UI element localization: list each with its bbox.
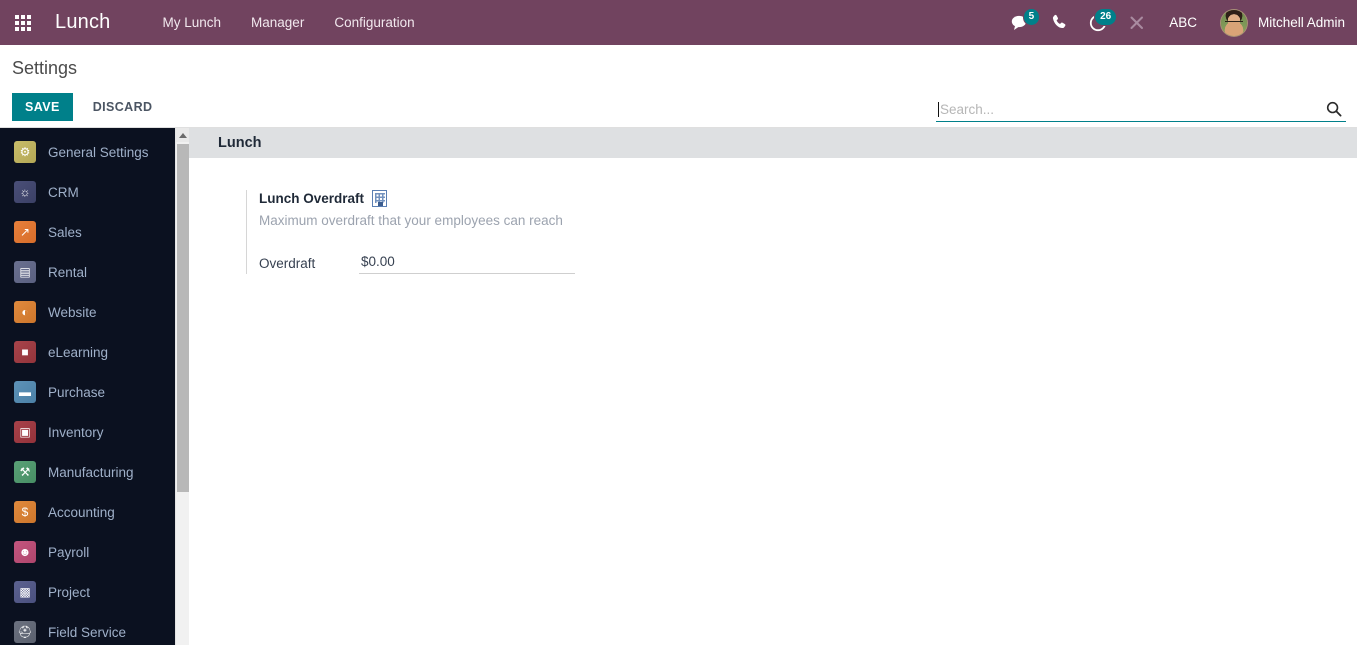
settings-app-header: Lunch [189, 128, 1357, 158]
sidebar-item-general-settings[interactable]: ⚙ General Settings [0, 132, 175, 172]
sidebar-item-payroll[interactable]: ☻ Payroll [0, 532, 175, 572]
discard-button[interactable]: DISCARD [83, 93, 163, 121]
sidebar-item-label: Project [48, 584, 91, 600]
save-button[interactable]: SAVE [12, 93, 73, 121]
sidebar-item-rental[interactable]: ▤ Rental [0, 252, 175, 292]
overdraft-field-row: Overdraft [259, 252, 586, 275]
username-label: Mitchell Admin [1257, 15, 1345, 30]
sidebar-item-elearning[interactable]: ■ eLearning [0, 332, 175, 372]
menu-item-configuration[interactable]: Configuration [319, 3, 429, 42]
activities-menu[interactable]: 26 [1078, 0, 1118, 45]
setting-description: Maximum overdraft that your employees ca… [259, 213, 563, 228]
box-icon: ▣ [14, 421, 36, 443]
avatar [1219, 8, 1248, 37]
sidebar-scroll-thumb[interactable] [177, 144, 189, 492]
search-button[interactable] [1324, 101, 1344, 117]
sidebar-item-label: Rental [48, 264, 88, 280]
main-menu: My Lunch Manager Configuration [148, 3, 430, 42]
sidebar-item-manufacturing[interactable]: ⚒ Manufacturing [0, 452, 175, 492]
debug-menu[interactable] [1118, 0, 1156, 45]
systray: 5 26 ABC Mitchell Admin [1000, 0, 1345, 45]
overdraft-input[interactable] [359, 252, 575, 275]
control-panel-buttons: SAVE DISCARD [12, 93, 162, 121]
sidebar-scrollbar[interactable] [175, 128, 189, 645]
sidebar-item-inventory[interactable]: ▣ Inventory [0, 412, 175, 452]
control-panel: Settings SAVE DISCARD [0, 45, 1357, 128]
chart-up-icon: ↗ [14, 221, 36, 243]
overdraft-label: Overdraft [259, 255, 316, 271]
top-navbar: Lunch My Lunch Manager Configuration 5 2… [0, 0, 1357, 45]
sidebar-item-label: Field Service [48, 624, 127, 640]
menu-item-manager[interactable]: Manager [236, 3, 319, 42]
sidebar-item-field-service[interactable]: ⛑ Field Service [0, 612, 175, 645]
sidebar-item-crm[interactable]: ☼ CRM [0, 172, 175, 212]
settings-app-title: Lunch [218, 135, 262, 151]
sidebar-item-label: Purchase [48, 384, 106, 400]
setting-title: Lunch Overdraft [259, 191, 365, 206]
phone-icon [1053, 14, 1066, 29]
gear-icon: ⚙ [14, 141, 36, 163]
sidebar-item-label: Payroll [48, 544, 90, 560]
search-input[interactable] [940, 101, 1324, 117]
invoice-icon: $ [14, 501, 36, 523]
search-icon [1326, 101, 1342, 117]
truck-icon: ⛑ [14, 621, 36, 643]
sidebar-item-website[interactable]: ◐ Website [0, 292, 175, 332]
sidebar-item-purchase[interactable]: ▬ Purchase [0, 372, 175, 412]
apps-grid-icon[interactable] [8, 8, 38, 38]
activities-badge: 26 [1094, 8, 1118, 26]
sidebar-item-label: General Settings [48, 144, 149, 160]
settings-sidebar: ⚙ General Settings ☼ CRM ↗ Sales ▤ Renta… [0, 128, 175, 645]
settings-content: Lunch Lunch Overdraft Maximum overdraft … [189, 128, 1357, 645]
sidebar-item-label: Website [48, 304, 97, 320]
page-title: Settings [12, 58, 78, 78]
language-switcher[interactable]: ABC [1156, 15, 1210, 30]
tools-icon [1130, 16, 1144, 29]
user-menu[interactable]: Mitchell Admin [1210, 8, 1345, 37]
globe-icon: ◐ [14, 301, 36, 323]
handshake-icon: ☼ [14, 181, 36, 203]
messages-menu[interactable]: 5 [1000, 0, 1041, 45]
presentation-icon: ■ [14, 341, 36, 363]
setting-group-lunch-overdraft: Lunch Overdraft Maximum overdraft that y… [246, 190, 586, 275]
settings-body: ⚙ General Settings ☼ CRM ↗ Sales ▤ Renta… [0, 128, 1357, 645]
sidebar-item-label: Sales [48, 224, 82, 240]
voip-menu[interactable] [1041, 0, 1078, 45]
sidebar-item-sales[interactable]: ↗ Sales [0, 212, 175, 252]
menu-item-my-lunch[interactable]: My Lunch [148, 3, 237, 42]
text-cursor [938, 101, 939, 117]
contract-icon: ▤ [14, 261, 36, 283]
sidebar-item-label: Accounting [48, 504, 115, 520]
employee-icon: ☻ [14, 541, 36, 563]
sidebar-item-accounting[interactable]: $ Accounting [0, 492, 175, 532]
sidebar-item-label: CRM [48, 184, 79, 200]
search-bar[interactable] [936, 99, 1346, 122]
sidebar-item-label: Manufacturing [48, 464, 134, 480]
wrench-icon: ⚒ [14, 461, 36, 483]
messages-badge: 5 [1022, 8, 1041, 26]
sidebar-item-label: eLearning [48, 344, 109, 360]
sidebar-item-project[interactable]: ▩ Project [0, 572, 175, 612]
setting-title-row: Lunch Overdraft [259, 190, 586, 207]
puzzle-icon: ▩ [14, 581, 36, 603]
company-building-icon [372, 190, 388, 207]
sidebar-item-label: Inventory [48, 424, 104, 440]
card-icon: ▬ [14, 381, 36, 403]
scroll-up-arrow-icon[interactable] [176, 128, 189, 142]
app-brand-title[interactable]: Lunch [55, 11, 111, 34]
